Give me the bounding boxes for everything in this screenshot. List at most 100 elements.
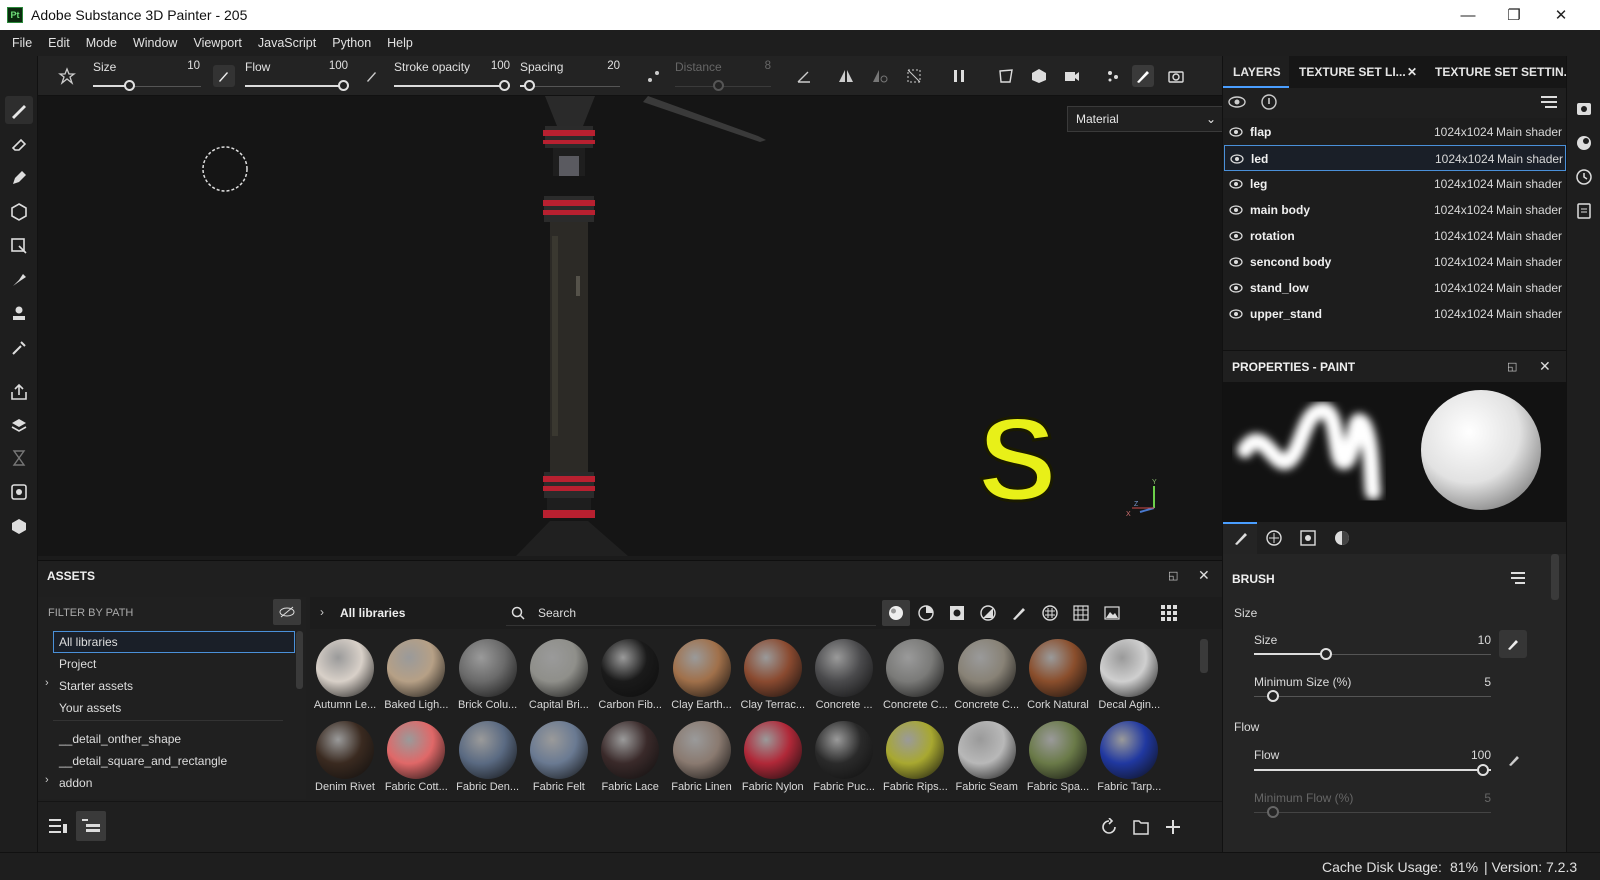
brush-preset-icon[interactable]: [56, 65, 78, 87]
mask-filter-icon[interactable]: [949, 605, 965, 621]
material-tile[interactable]: Concrete ...: [809, 635, 879, 715]
eye-icon[interactable]: [1229, 126, 1243, 138]
material-tile[interactable]: Autumn Le...: [310, 635, 380, 715]
bake-tool[interactable]: [5, 412, 33, 440]
menu-window[interactable]: Window: [125, 30, 185, 56]
eye-icon[interactable]: [1229, 256, 1243, 268]
line-angle-icon[interactable]: [793, 65, 815, 87]
symmetry-icon[interactable]: [835, 65, 857, 87]
restore-button[interactable]: ❐: [1491, 0, 1537, 30]
brush-size-pressure-toggle[interactable]: [1499, 630, 1527, 658]
size-value[interactable]: 10: [168, 60, 200, 72]
iray-tool[interactable]: [5, 478, 33, 506]
layer-row[interactable]: rotation 1024x1024 Main shader: [1224, 223, 1566, 249]
shader-settings-icon[interactable]: [1575, 134, 1593, 155]
environment-filter-icon[interactable]: [1104, 605, 1120, 621]
menu-edit[interactable]: Edit: [40, 30, 78, 56]
layer-row[interactable]: stand_low 1024x1024 Main shader: [1224, 275, 1566, 301]
add-icon[interactable]: [1164, 818, 1182, 836]
brush-filter-icon[interactable]: [1011, 605, 1027, 621]
chevron-right-icon[interactable]: ›: [45, 677, 49, 689]
spacing-value[interactable]: 20: [588, 60, 620, 72]
smart-material-filter-icon[interactable]: [918, 605, 934, 621]
material-tile[interactable]: Capital Bri...: [524, 635, 594, 715]
menu-help[interactable]: Help: [379, 30, 421, 56]
tree-detail-square[interactable]: __detail_square_and_rectangle: [59, 754, 227, 768]
layer-row[interactable]: sencond body 1024x1024 Main shader: [1224, 249, 1566, 275]
log-icon[interactable]: [1575, 202, 1593, 223]
clone-tool[interactable]: [5, 300, 33, 328]
min-size-value[interactable]: 5: [1451, 675, 1491, 689]
menu-python[interactable]: Python: [324, 30, 379, 56]
refresh-icon[interactable]: [1100, 818, 1118, 836]
color-picker-tool[interactable]: [5, 334, 33, 362]
layer-row[interactable]: upper_stand 1024x1024 Main shader: [1224, 301, 1566, 327]
material-tile[interactable]: Clay Terrac...: [738, 635, 808, 715]
symmetry-settings-icon[interactable]: [869, 65, 891, 87]
flow-pressure-toggle[interactable]: [361, 65, 383, 87]
polygon-fill-tool[interactable]: [5, 232, 33, 260]
flow-value[interactable]: 100: [316, 60, 348, 72]
close-properties-icon[interactable]: ✕: [1539, 358, 1551, 375]
layer-row[interactable]: led 1024x1024 Main shader: [1224, 145, 1566, 171]
projection-tool[interactable]: [5, 164, 33, 192]
history-icon[interactable]: [1575, 168, 1593, 189]
material-tile[interactable]: Fabric Tarp...: [1094, 717, 1164, 797]
material-tile[interactable]: Decal Agin...: [1094, 635, 1164, 715]
tab-texture-set-settings[interactable]: TEXTURE SET SETTIN...: [1425, 56, 1567, 88]
display-settings-icon[interactable]: [1575, 100, 1593, 121]
library-breadcrumb[interactable]: All libraries: [340, 606, 405, 620]
close-window-button[interactable]: ✕: [1538, 0, 1584, 30]
display-settings-tool[interactable]: [5, 512, 33, 540]
min-size-track[interactable]: [1254, 696, 1491, 697]
material-tile[interactable]: Fabric Spa...: [1023, 717, 1093, 797]
shelf-tool[interactable]: [5, 444, 33, 472]
tree-your-assets[interactable]: Your assets: [59, 701, 121, 715]
chevron-right-icon[interactable]: ›: [320, 605, 324, 619]
material-tile[interactable]: Fabric Puc...: [809, 717, 879, 797]
lazy-mouse-icon[interactable]: [643, 65, 665, 87]
particle-icon[interactable]: [1102, 65, 1124, 87]
tab-layers[interactable]: LAYERS: [1223, 56, 1289, 88]
smudge-tool[interactable]: [5, 266, 33, 294]
tree-starter-assets[interactable]: Starter assets: [59, 679, 133, 693]
tree-project[interactable]: Project: [59, 657, 96, 671]
export-tool[interactable]: [5, 378, 33, 406]
material-tile[interactable]: Cork Natural: [1023, 635, 1093, 715]
brush-size-handle[interactable]: [1320, 648, 1332, 660]
material-tile[interactable]: Fabric Cott...: [381, 717, 451, 797]
spacing-track[interactable]: [520, 86, 620, 87]
menu-viewport[interactable]: Viewport: [185, 30, 249, 56]
layer-row[interactable]: flap 1024x1024 Main shader: [1224, 119, 1566, 145]
tree-detail-other-shape[interactable]: __detail_onther_shape: [59, 732, 181, 746]
search-input[interactable]: Search: [538, 606, 576, 620]
stroke-opacity-value[interactable]: 100: [478, 60, 510, 72]
layer-row[interactable]: leg 1024x1024 Main shader: [1224, 171, 1566, 197]
material-tile[interactable]: Fabric Lace: [595, 717, 665, 797]
min-size-handle[interactable]: [1267, 690, 1279, 702]
new-folder-icon[interactable]: [1132, 818, 1150, 836]
visibility-mode-icon[interactable]: [1228, 95, 1246, 112]
eye-icon[interactable]: [1229, 204, 1243, 216]
spacing-handle[interactable]: [524, 80, 535, 91]
selection-mode-icon[interactable]: [995, 65, 1017, 87]
tab-texture-set-list[interactable]: TEXTURE SET LI... ✕: [1289, 56, 1425, 88]
material-tile[interactable]: Carbon Fib...: [595, 635, 665, 715]
material-tile[interactable]: Concrete C...: [952, 635, 1022, 715]
pause-icon[interactable]: [948, 65, 970, 87]
maximize-icon[interactable]: ◱: [1507, 360, 1517, 373]
menu-mode[interactable]: Mode: [78, 30, 125, 56]
eye-icon[interactable]: [1230, 153, 1244, 165]
material-tile[interactable]: Fabric Felt: [524, 717, 594, 797]
maximize-assets-icon[interactable]: ◱: [1168, 569, 1178, 582]
size-slider-handle[interactable]: [124, 80, 135, 91]
material-tile[interactable]: Concrete C...: [880, 635, 950, 715]
paint-brush-tool[interactable]: [5, 96, 33, 124]
material-tile[interactable]: Clay Earth...: [667, 635, 737, 715]
material-tile[interactable]: Denim Rivet: [310, 717, 380, 797]
screenshot-icon[interactable]: [1165, 65, 1187, 87]
hide-paths-button[interactable]: [273, 599, 301, 625]
properties-scrollbar[interactable]: [1551, 554, 1559, 600]
minimize-button[interactable]: —: [1445, 0, 1491, 30]
close-assets-icon[interactable]: ✕: [1198, 567, 1210, 584]
